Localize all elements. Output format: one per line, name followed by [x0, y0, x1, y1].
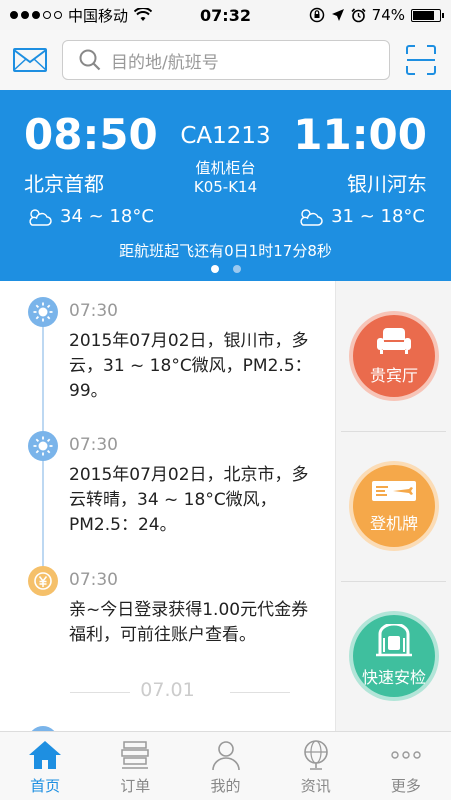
page-indicator[interactable]: [0, 265, 451, 273]
scan-button[interactable]: [391, 30, 451, 90]
departure-city: 北京首都: [24, 172, 104, 196]
arrival-time: 11:00: [293, 110, 427, 159]
search-input[interactable]: 目的地/航班号: [62, 40, 390, 80]
timeline-text: 2015年07月02日，银川市，多云，31 ~ 18°C微风，PM2.5：99。: [69, 331, 312, 401]
timeline-text: 2015年07月02日，北京市，多云转晴，34 ~ 18°C微风，PM2.5：2…: [69, 465, 309, 535]
tab-more[interactable]: 更多: [361, 732, 451, 800]
arrival-city: 银川河东: [347, 172, 427, 196]
boarding-pass-button[interactable]: 登机牌: [349, 461, 439, 551]
more-icon: [391, 750, 421, 759]
side-actions: 贵宾厅 登机牌 快速安检: [335, 281, 451, 731]
timeline-feed[interactable]: 07:30 2015年07月02日，银川市，多云，31 ~ 18°C微风，PM2…: [0, 281, 335, 731]
tab-profile-label: 我的: [210, 776, 241, 795]
timeline-text: 亲~今日登录获得1.00元代金券福利，可前往账户查看。: [69, 600, 309, 645]
battery-icon: [411, 8, 444, 22]
coin-icon: [28, 566, 58, 596]
tab-orders-label: 订单: [120, 776, 151, 795]
timeline-time: 07:30: [69, 570, 118, 590]
flight-card[interactable]: 08:50 CA1213 值机柜台 K05-K14 11:00 北京首都 银川河…: [0, 90, 451, 281]
tab-profile[interactable]: 我的: [180, 732, 270, 800]
page-dot[interactable]: [232, 265, 241, 273]
scan-icon: [406, 45, 436, 75]
tab-orders[interactable]: 订单: [90, 732, 180, 800]
sun-icon: [28, 297, 58, 327]
home-icon: [29, 740, 62, 769]
tab-news[interactable]: 资讯: [271, 732, 361, 800]
mail-icon: [13, 48, 47, 72]
departure-weather: 34 ~ 18°C: [26, 206, 154, 227]
divider: [341, 431, 446, 432]
status-time: 07:32: [200, 5, 251, 25]
vip-lounge-button[interactable]: 贵宾厅: [349, 311, 439, 401]
boarding-pass-icon: [372, 481, 416, 501]
tab-bar: 首页 订单 我的 资讯 更多: [0, 731, 451, 800]
fast-security-label: 快速安检: [361, 668, 426, 687]
security-gate-icon: [376, 624, 412, 657]
tab-news-label: 资讯: [300, 776, 331, 795]
tab-more-label: 更多: [390, 776, 421, 795]
search-placeholder: 目的地/航班号: [111, 52, 219, 73]
partly-cloudy-icon: [29, 208, 52, 226]
timeline-time: 07:30: [69, 301, 118, 321]
timeline-time: 07:30: [69, 435, 118, 455]
departure-countdown: 距航班起飞还有0日1时17分8秒: [119, 242, 332, 260]
sofa-icon: [377, 328, 411, 354]
departure-temperature: 34 ~ 18°C: [60, 206, 154, 227]
date-separator: 07.01: [0, 679, 335, 701]
orders-icon: [121, 740, 150, 769]
tab-home-label: 首页: [30, 776, 61, 795]
status-bar: 中国移动 07:32 74%: [0, 0, 451, 30]
tab-home[interactable]: 首页: [0, 732, 90, 800]
sun-icon: [28, 431, 58, 461]
mail-button[interactable]: [0, 30, 60, 90]
globe-icon: [303, 739, 328, 770]
boarding-pass-label: 登机牌: [369, 514, 418, 533]
fast-security-button[interactable]: 快速安检: [349, 611, 439, 701]
date-separator-label: 07.01: [140, 679, 195, 701]
search-bar: 目的地/航班号: [0, 30, 451, 90]
divider: [341, 581, 446, 582]
page-dot[interactable]: [210, 265, 219, 273]
arrival-weather: 31 ~ 18°C: [297, 206, 425, 227]
vip-lounge-label: 贵宾厅: [369, 366, 418, 385]
profile-icon: [211, 740, 240, 770]
partly-cloudy-icon: [300, 208, 323, 226]
search-icon: [79, 49, 101, 71]
arrival-temperature: 31 ~ 18°C: [331, 206, 425, 227]
